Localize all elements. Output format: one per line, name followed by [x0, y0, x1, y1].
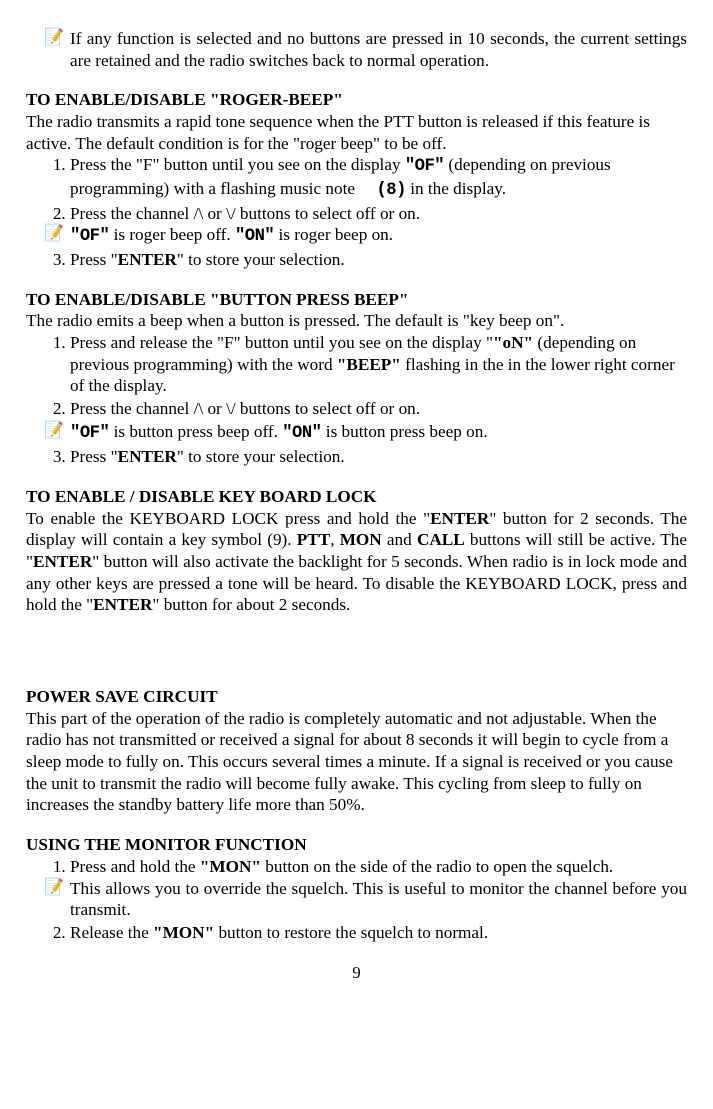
enter-key: ENTER — [118, 250, 177, 269]
mon-button: "MON" — [200, 857, 261, 876]
mon-key: MON — [340, 530, 382, 549]
text: Press and release the "F" button until y… — [70, 333, 493, 352]
ref-eight: (8) — [376, 181, 405, 200]
text: is roger beep on. — [274, 225, 393, 244]
mon-button: "MON" — [153, 923, 214, 942]
text: is button press beep off. — [109, 422, 282, 441]
enter-key: ENTER — [33, 552, 92, 571]
note-icon: 📝 — [44, 421, 70, 445]
text: Release the — [70, 923, 153, 942]
text: is button press beep on. — [322, 422, 488, 441]
beep-steps-cont: Press "ENTER" to store your selection. — [26, 446, 687, 468]
note-text: "OF" is button press beep off. "ON" is b… — [70, 421, 687, 445]
display-on: "oN" — [493, 333, 533, 352]
monitor-step-2: Release the "MON" button to restore the … — [70, 922, 687, 944]
ptt-key: PTT — [297, 530, 330, 549]
beep-step-1: Press and release the "F" button until y… — [70, 332, 687, 397]
monitor-note: 📝 This allows you to override the squelc… — [44, 878, 687, 921]
text: " button for about 2 seconds. — [152, 595, 350, 614]
power-paragraph: This part of the operation of the radio … — [26, 708, 687, 816]
section-gap — [26, 816, 687, 834]
beep-word: "BEEP" — [337, 355, 401, 374]
note-text: This allows you to override the squelch.… — [70, 878, 687, 921]
note-icon: 📝 — [44, 878, 70, 921]
text: , — [330, 530, 340, 549]
text: To enable the KEYBOARD LOCK press and ho… — [26, 509, 430, 528]
text: Press the "F" button until you see on th… — [70, 155, 405, 174]
roger-intro: The radio transmits a rapid tone sequenc… — [26, 111, 687, 154]
roger-steps: Press the "F" button until you see on th… — [26, 154, 687, 270]
beep-intro: The radio emits a beep when a button is … — [26, 310, 687, 332]
enter-key: ENTER — [93, 595, 152, 614]
note-icon: 📝 — [44, 28, 70, 71]
heading-keyboard-lock: TO ENABLE / DISABLE KEY BOARD LOCK — [26, 486, 687, 508]
call-key: CALL — [417, 530, 465, 549]
beep-note: 📝 "OF" is button press beep off. "ON" is… — [26, 421, 687, 445]
text: button on the side of the radio to open … — [261, 857, 613, 876]
note-text: "OF" is roger beep off. "ON" is roger be… — [70, 224, 687, 248]
monitor-steps: Press and hold the "MON" button on the s… — [26, 856, 687, 944]
beep-step-3: Press "ENTER" to store your selection. — [70, 446, 687, 468]
beep-step-2: Press the channel /\ or \/ buttons to se… — [70, 398, 687, 420]
text: Press " — [70, 250, 118, 269]
text: Press " — [70, 447, 118, 466]
roger-note: 📝 "OF" is roger beep off. "ON" is roger … — [44, 224, 687, 248]
text: Press the channel /\ or \/ buttons to se… — [70, 204, 420, 223]
display-of: "OF" — [70, 424, 109, 443]
enter-key: ENTER — [430, 509, 489, 528]
note-text: If any function is selected and no butto… — [70, 28, 687, 71]
timeout-note: 📝 If any function is selected and no but… — [26, 28, 687, 71]
text: " to store your selection. — [177, 250, 345, 269]
text: Press the channel /\ or \/ buttons to se… — [70, 399, 420, 418]
heading-monitor: USING THE MONITOR FUNCTION — [26, 834, 687, 856]
lock-paragraph: To enable the KEYBOARD LOCK press and ho… — [26, 508, 687, 616]
display-on: "ON" — [235, 227, 274, 246]
monitor-step-1: Press and hold the "MON" button on the s… — [70, 856, 687, 921]
roger-step-3: Press "ENTER" to store your selection. — [70, 249, 687, 271]
text: " to store your selection. — [177, 447, 345, 466]
note-icon: 📝 — [44, 224, 70, 248]
section-gap — [26, 616, 687, 686]
text: and — [382, 530, 417, 549]
roger-step-2: Press the channel /\ or \/ buttons to se… — [70, 203, 687, 248]
heading-roger-beep: TO ENABLE/DISABLE "ROGER-BEEP" — [26, 89, 687, 111]
heading-power-save: POWER SAVE CIRCUIT — [26, 686, 687, 708]
display-on: "ON" — [282, 424, 321, 443]
display-value: "OF" — [405, 157, 444, 176]
heading-button-beep: TO ENABLE/DISABLE "BUTTON PRESS BEEP" — [26, 289, 687, 311]
display-of: "OF" — [70, 227, 109, 246]
text: is roger beep off. — [109, 225, 235, 244]
page-number: 9 — [26, 962, 687, 983]
text: button to restore the squelch to normal. — [214, 923, 488, 942]
beep-steps: Press and release the "F" button until y… — [26, 332, 687, 420]
enter-key: ENTER — [118, 447, 177, 466]
roger-step-1: Press the "F" button until you see on th… — [70, 154, 687, 201]
text: in the display. — [406, 179, 506, 198]
text: Press and hold the — [70, 857, 200, 876]
